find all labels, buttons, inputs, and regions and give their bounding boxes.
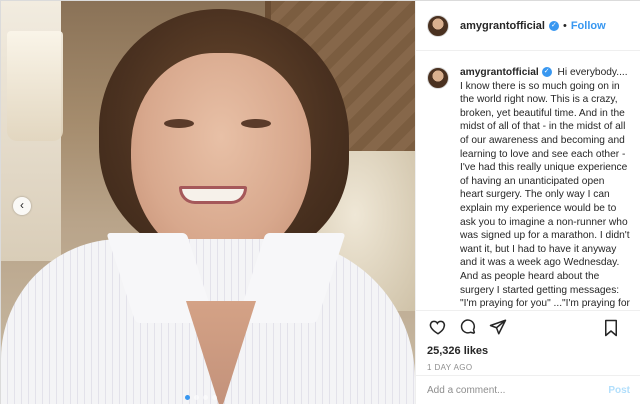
- chevron-left-icon[interactable]: ‹: [13, 197, 31, 215]
- caption: amygrantofficial ✓ Hi everybody.... I kno…: [460, 66, 630, 310]
- avatar[interactable]: [427, 14, 449, 37]
- username-link[interactable]: amygrantofficial: [460, 20, 545, 32]
- carousel-dots: [185, 395, 217, 400]
- right-eye: [241, 119, 271, 128]
- post-side-panel: amygrantofficial ✓ • Follow amygrantoffi…: [415, 1, 640, 404]
- carousel-dot: [185, 395, 190, 400]
- follow-button[interactable]: Follow: [571, 20, 606, 32]
- paper-plane-icon[interactable]: [487, 316, 509, 338]
- likes-count[interactable]: 25,326 likes: [416, 345, 640, 357]
- caption-text: Hi everybody.... I know there is so much…: [460, 67, 630, 310]
- left-eye: [164, 119, 194, 128]
- carousel-dot: [212, 395, 217, 400]
- comment-input[interactable]: [427, 385, 609, 396]
- caption-username-link[interactable]: amygrantofficial: [460, 67, 539, 78]
- avatar[interactable]: [427, 67, 449, 89]
- carousel-dot: [203, 395, 208, 400]
- post-header: amygrantofficial ✓ • Follow: [416, 1, 640, 51]
- heart-icon[interactable]: [427, 316, 449, 338]
- verified-badge-icon: ✓: [548, 20, 559, 31]
- smile: [179, 186, 247, 204]
- separator-dot: •: [562, 19, 567, 32]
- comment-bar: Post: [416, 375, 640, 404]
- caption-area: amygrantofficial ✓ Hi everybody.... I kno…: [416, 52, 640, 310]
- face: [131, 53, 311, 263]
- lamp-shade: [7, 31, 63, 141]
- bookmark-icon[interactable]: [600, 317, 622, 339]
- instagram-post: ‹ amygrantofficial ✓ • Follow amygrantof…: [0, 0, 640, 404]
- carousel-dot: [194, 395, 199, 400]
- post-timestamp[interactable]: 1 DAY AGO: [416, 363, 640, 372]
- post-photo[interactable]: ‹: [1, 1, 415, 404]
- verified-badge-icon: ✓: [541, 67, 552, 78]
- post-comment-button[interactable]: Post: [608, 385, 630, 396]
- comment-icon[interactable]: [457, 316, 479, 338]
- action-bar: [416, 311, 640, 343]
- actions-area: 25,326 likes 1 DAY AGO: [416, 310, 640, 372]
